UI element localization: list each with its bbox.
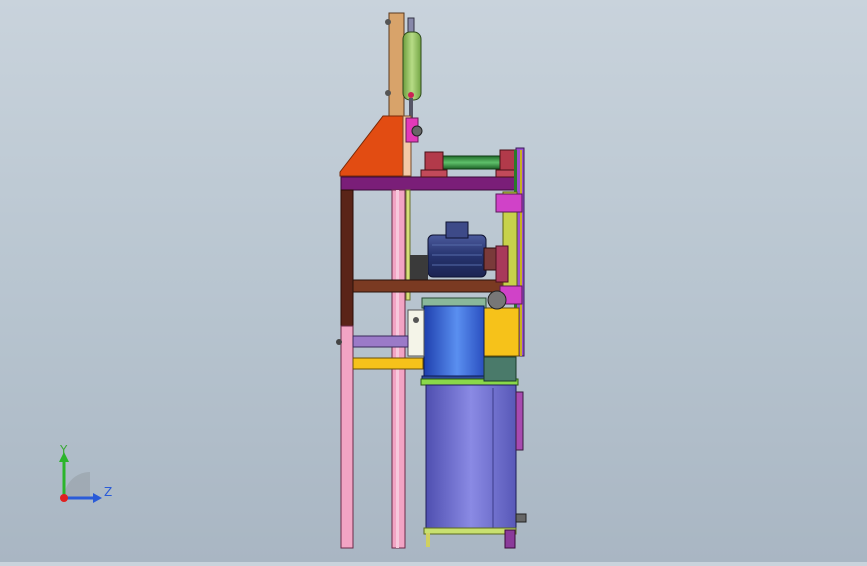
pillow-block-left[interactable] xyxy=(420,151,448,178)
fastener xyxy=(385,19,391,25)
z-axis-label: Z xyxy=(104,485,112,499)
cam-roller[interactable] xyxy=(411,125,423,137)
x-axis-dot xyxy=(60,494,68,502)
drive-shaft[interactable] xyxy=(435,155,507,170)
tank-foot xyxy=(504,529,516,549)
frame-leg-left[interactable] xyxy=(340,325,354,549)
mounting-plate xyxy=(407,309,425,357)
vertical-post[interactable] xyxy=(388,12,405,119)
valve-block[interactable] xyxy=(483,356,517,382)
sprocket-hub-upper[interactable] xyxy=(495,193,523,213)
z-axis-arrowhead xyxy=(93,493,102,503)
pneumatic-cylinder[interactable] xyxy=(402,17,422,118)
y-axis-label: Y xyxy=(59,443,68,457)
yellow-bar[interactable] xyxy=(352,357,424,370)
hydraulic-tank[interactable] xyxy=(425,384,517,531)
yellow-support[interactable] xyxy=(482,307,520,357)
purple-rod[interactable] xyxy=(352,335,409,348)
side-gauge[interactable] xyxy=(515,391,524,451)
assembly-drawing[interactable] xyxy=(0,0,867,562)
tank-foot xyxy=(426,533,430,547)
blue-drum[interactable] xyxy=(421,297,487,383)
motor-mount xyxy=(410,255,428,281)
top-beam[interactable] xyxy=(340,176,518,191)
idler-wheel[interactable] xyxy=(487,290,507,310)
drain-plug[interactable] xyxy=(515,513,527,523)
frame-column-dark[interactable] xyxy=(340,189,354,328)
electric-motor[interactable] xyxy=(427,221,497,278)
cad-viewport[interactable]: Y Z xyxy=(0,0,867,562)
triad-quadrant xyxy=(64,472,90,498)
coupling[interactable] xyxy=(495,245,509,283)
fastener xyxy=(336,339,342,345)
fastener xyxy=(385,90,391,96)
mid-beam[interactable] xyxy=(352,279,510,293)
tank-base xyxy=(423,527,517,535)
axis-triad: Y Z xyxy=(40,438,130,518)
fastener xyxy=(413,317,419,323)
gusset-bracket[interactable] xyxy=(339,115,405,177)
